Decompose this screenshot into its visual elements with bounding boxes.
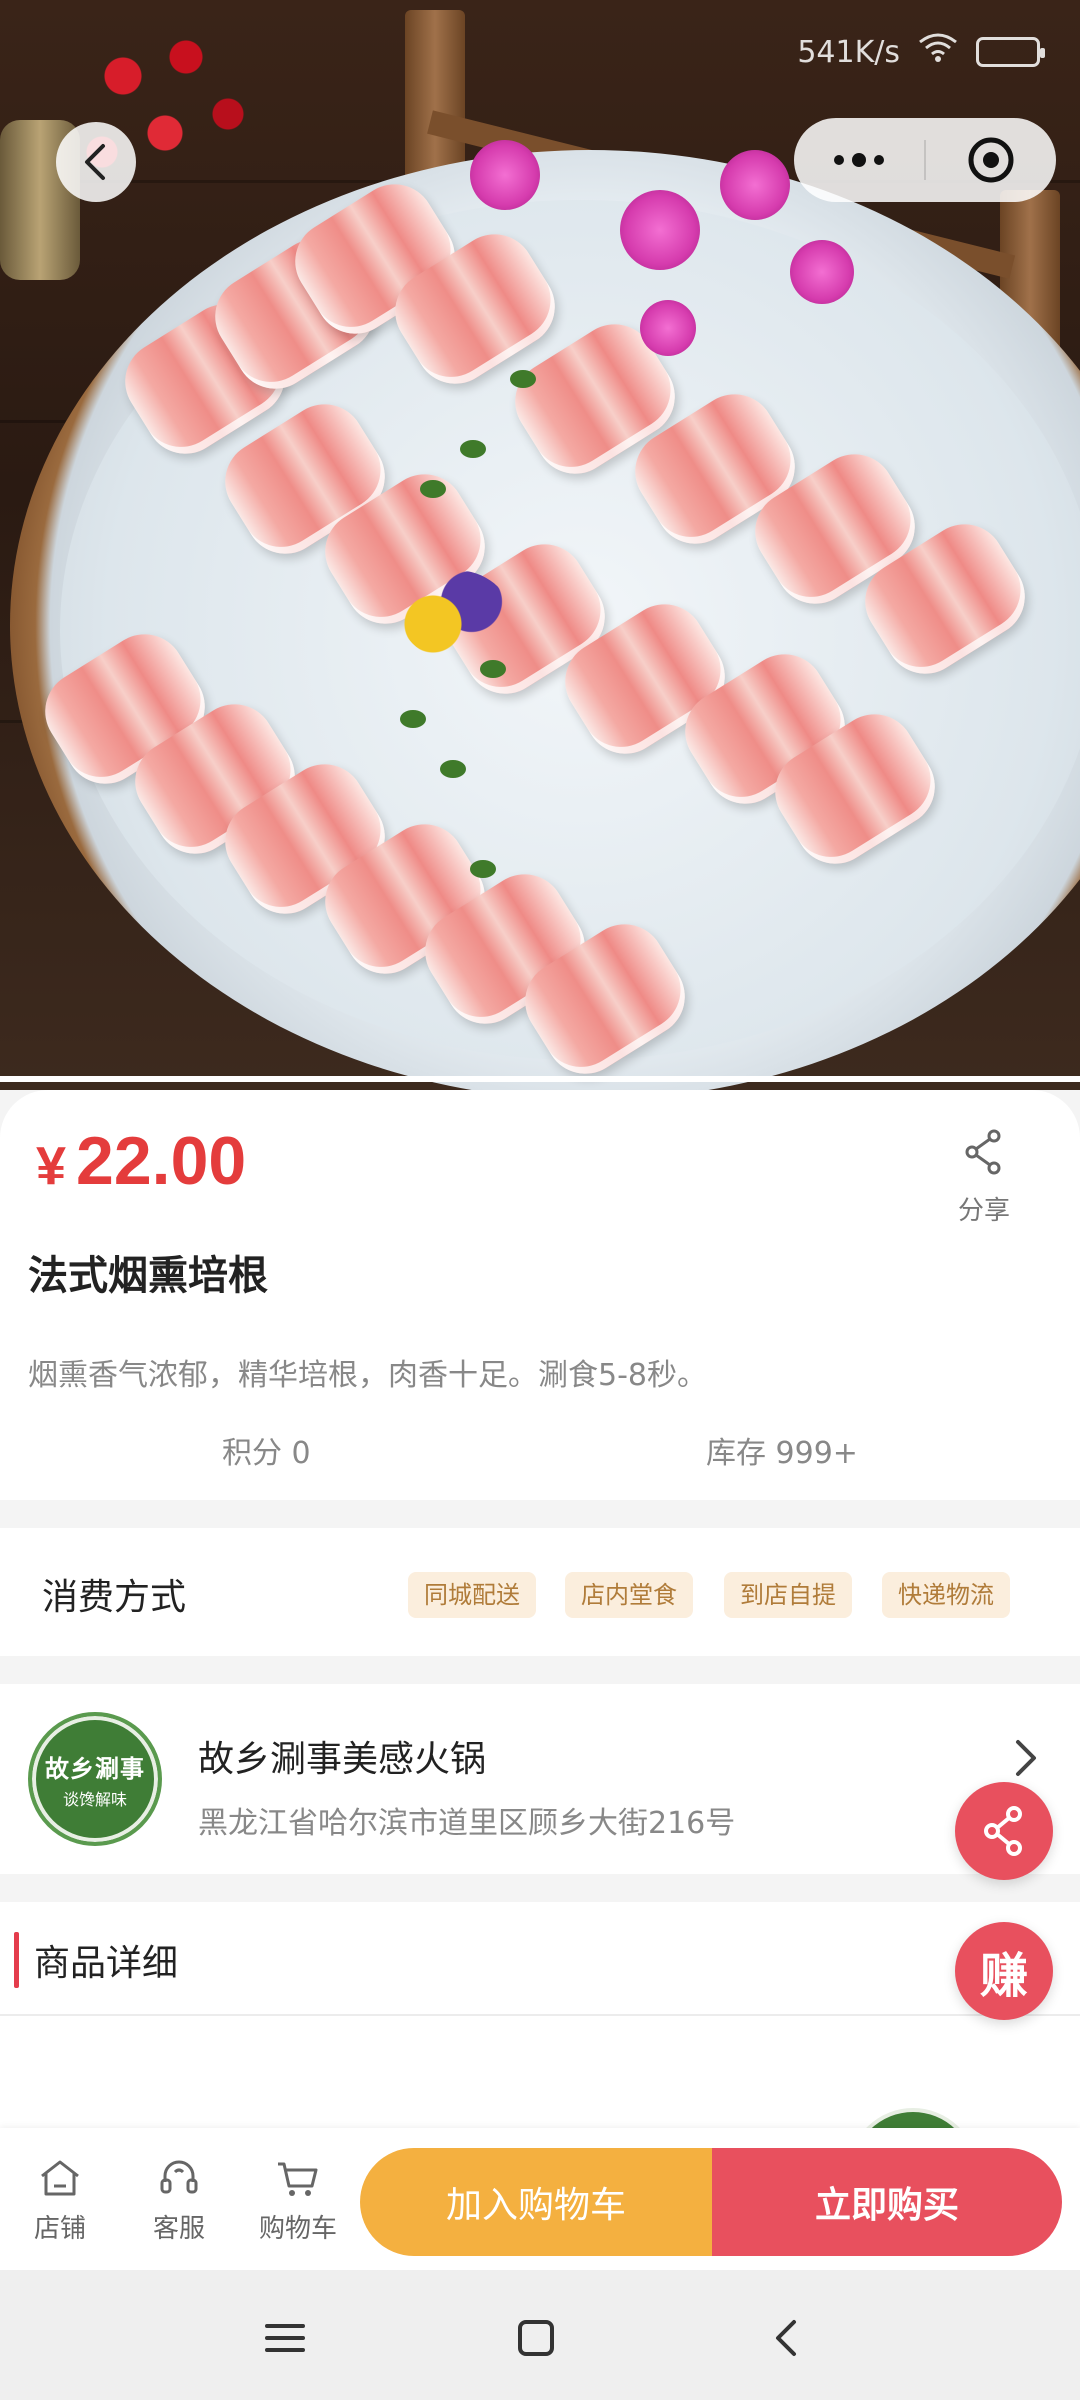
status-bar: 541K/s [797,30,1045,74]
image-divider [0,1076,1080,1082]
cart-icon [278,2162,318,2196]
stock-value: 库存 999+ [706,1436,858,1471]
back-nav-icon[interactable] [758,2308,818,2368]
more-icon-dot [874,155,884,165]
buy-now-button[interactable]: 立即购买 [712,2148,1062,2256]
back-button[interactable] [56,122,136,202]
points-value: 积分 0 [222,1436,311,1471]
menu-icon[interactable] [255,2308,315,2368]
store-icon [41,2160,79,2196]
wifi-icon [918,32,958,72]
store-logo-subtext: 谈馋解味 [62,1789,127,1809]
product-description: 烟熏香气浓郁，精华培根，肉香十足。涮食5-8秒。 [28,1358,707,1393]
add-to-cart-button[interactable]: 加入购物车 [360,2148,712,2256]
cart-button[interactable]: 购物车 [248,2154,348,2245]
tag-dine-in: 店内堂食 [565,1572,693,1618]
store-address: 黑龙江省哈尔滨市道里区顾乡大街216号 [198,1806,736,1841]
price: ¥22.00 [36,1122,246,1200]
pink-flower [640,300,696,356]
pink-flower [720,150,790,220]
leaf [470,860,496,878]
leaf [510,370,536,388]
bottom-action-bar: 店铺 客服 购物车 加入购物车 立即购买 [0,2128,1080,2270]
target-icon [968,137,1014,183]
earn-button[interactable]: 赚 [955,1922,1053,2020]
currency-symbol: ¥ [36,1136,67,1196]
leaf [400,710,426,728]
more-icon [834,155,844,165]
tag-city-delivery: 同城配送 [408,1572,536,1618]
headset-icon [160,2160,198,2194]
leaf [440,760,466,778]
section-accent-bar [14,1932,19,1988]
pink-flower [620,190,700,270]
leaf [420,480,446,498]
details-heading: 商品详细 [34,1943,179,1984]
price-value: 22.00 [76,1123,247,1199]
leaf [460,440,486,458]
back-icon [85,144,105,180]
pink-flower [790,240,854,304]
service-button[interactable]: 客服 [129,2154,229,2245]
product-title: 法式烟熏培根 [28,1253,268,1299]
net-speed: 541K/s [797,34,900,70]
system-nav-bar [0,2270,1080,2400]
store-logo-text: 故乡涮事 [45,1753,145,1783]
more-icon-dot [852,153,866,167]
store-card[interactable]: 故乡涮事 谈馋解味 故乡涮事美感火锅 黑龙江省哈尔滨市道里区顾乡大街216号 [0,1684,1080,1874]
share-button[interactable]: 分享 [944,1128,1024,1227]
shop-button[interactable]: 店铺 [10,2154,110,2245]
tag-self-pickup: 到店自提 [724,1572,852,1618]
share-icon [965,1129,1001,1175]
store-name: 故乡涮事美感火锅 [198,1739,487,1780]
shop-label: 店铺 [33,2214,86,2244]
miniapp-capsule [794,118,1056,202]
home-square-icon[interactable] [506,2308,566,2368]
divider [0,2014,1080,2016]
close-miniapp-button[interactable] [926,118,1056,202]
store-logo: 故乡涮事 谈馋解味 [28,1712,162,1846]
pansy-flower [400,570,510,660]
tag-express: 快递物流 [882,1572,1010,1618]
pink-flower [470,140,540,210]
consume-methods: 消费方式 同城配送 店内堂食 到店自提 快递物流 [0,1528,1080,1656]
leaf [480,660,506,678]
battery-icon [976,37,1045,67]
share-label: 分享 [957,1196,1010,1226]
more-button[interactable] [794,118,924,202]
share-icon [984,1806,1022,1856]
chevron-right-icon [1016,1740,1036,1776]
cart-label: 购物车 [258,2214,337,2244]
floating-share-button[interactable] [955,1782,1053,1880]
consume-label: 消费方式 [42,1577,187,1618]
service-label: 客服 [152,2214,205,2244]
